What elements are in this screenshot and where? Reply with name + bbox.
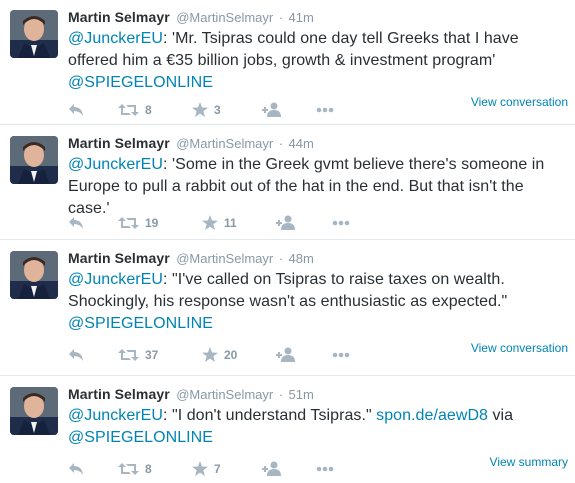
follow-button[interactable] [276, 343, 296, 365]
url-link[interactable]: spon.de/aewD8 [376, 407, 488, 424]
retweet-arrows-icon [118, 348, 139, 361]
mention-link[interactable]: @JunckerEU [68, 30, 163, 47]
favorite-count: 20 [224, 347, 238, 362]
tweet[interactable]: Martin Selmayr @MartinSelmayr · 41m @Jun… [0, 0, 575, 125]
retweet-count: 19 [145, 215, 159, 230]
add-user-icon [276, 347, 295, 363]
add-user-icon [276, 215, 295, 231]
separator-dot: · [278, 10, 284, 25]
favorite-button[interactable]: 7 [192, 457, 221, 479]
author-name[interactable]: Martin Selmayr [68, 9, 170, 25]
tweet-header: Martin Selmayr @MartinSelmayr · 44m [68, 134, 567, 152]
avatar[interactable] [10, 10, 58, 58]
retweet-count: 8 [145, 102, 152, 117]
ellipsis-icon [316, 466, 334, 472]
retweet-count: 8 [145, 461, 152, 476]
retweet-button[interactable]: 37 [118, 343, 158, 365]
more-button[interactable] [332, 211, 350, 233]
tweet-content: Martin Selmayr @MartinSelmayr · 44m @Jun… [68, 134, 567, 220]
tweet-timeline: Martin Selmayr @MartinSelmayr · 41m @Jun… [0, 0, 575, 483]
tweet-text: @JunckerEU: 'Mr. Tsipras could one day t… [68, 28, 567, 94]
favorite-button[interactable]: 11 [202, 211, 237, 233]
mention-link[interactable]: @SPIEGELONLINE [68, 74, 213, 91]
ellipsis-icon [316, 107, 334, 113]
follow-button[interactable] [262, 98, 282, 120]
tweet-header: Martin Selmayr @MartinSelmayr · 41m [68, 8, 567, 26]
reply-button[interactable] [68, 457, 84, 479]
view-conversation-link[interactable]: View conversation [471, 341, 568, 355]
author-handle[interactable]: @MartinSelmayr [176, 10, 273, 25]
retweet-button[interactable]: 8 [118, 98, 152, 120]
favorite-count: 3 [214, 102, 221, 117]
more-button[interactable] [332, 343, 350, 365]
reply-button[interactable] [68, 98, 84, 120]
reply-button[interactable] [68, 211, 84, 233]
star-icon [192, 461, 208, 477]
follow-button[interactable] [262, 457, 282, 479]
tweet-content: Martin Selmayr @MartinSelmayr · 41m @Jun… [68, 8, 567, 94]
reply-arrow-icon [69, 103, 83, 116]
tweet-text: @JunckerEU: "I've called on Tsipras to r… [68, 269, 567, 335]
retweet-count: 37 [145, 347, 159, 362]
author-handle[interactable]: @MartinSelmayr [176, 387, 273, 402]
retweet-button[interactable]: 8 [118, 457, 152, 479]
tweet-header: Martin Selmayr @MartinSelmayr · 48m [68, 249, 567, 267]
mention-link[interactable]: @JunckerEU [68, 407, 163, 424]
tweet[interactable]: Martin Selmayr @MartinSelmayr · 51m @Jun… [0, 377, 575, 483]
tweet-actions: 19 11 [68, 211, 567, 233]
add-user-icon [262, 461, 281, 477]
view-summary-link[interactable]: View summary [490, 455, 568, 469]
reply-button[interactable] [68, 343, 84, 365]
ellipsis-icon [332, 220, 350, 226]
favorite-count: 11 [224, 215, 237, 230]
star-icon [202, 215, 218, 231]
mention-link[interactable]: @SPIEGELONLINE [68, 315, 213, 332]
tweet-header: Martin Selmayr @MartinSelmayr · 51m [68, 385, 567, 403]
reply-arrow-icon [69, 216, 83, 229]
star-icon [192, 102, 208, 118]
tweet-timestamp[interactable]: 44m [288, 136, 313, 151]
tweet-content: Martin Selmayr @MartinSelmayr · 48m @Jun… [68, 249, 567, 335]
star-icon [202, 347, 218, 363]
reply-arrow-icon [69, 462, 83, 475]
avatar[interactable] [10, 136, 58, 184]
separator-dot: · [278, 136, 284, 151]
favorite-button[interactable]: 20 [202, 343, 237, 365]
tweet[interactable]: Martin Selmayr @MartinSelmayr · 44m @Jun… [0, 126, 575, 240]
tweet-timestamp[interactable]: 48m [288, 251, 313, 266]
author-name[interactable]: Martin Selmayr [68, 250, 170, 266]
avatar[interactable] [10, 251, 58, 299]
author-handle[interactable]: @MartinSelmayr [176, 251, 273, 266]
separator-dot: · [278, 387, 284, 402]
more-button[interactable] [316, 457, 334, 479]
separator-dot: · [278, 251, 284, 266]
add-user-icon [262, 102, 281, 118]
favorite-count: 7 [214, 461, 221, 476]
favorite-button[interactable]: 3 [192, 98, 221, 120]
tweet-body: : "I don't understand Tsipras." [163, 407, 377, 424]
tweet-timestamp[interactable]: 51m [288, 387, 313, 402]
author-name[interactable]: Martin Selmayr [68, 135, 170, 151]
tweet-body-tail: via [488, 407, 514, 424]
tweet-text: @JunckerEU: "I don't understand Tsipras.… [68, 405, 567, 449]
tweet-timestamp[interactable]: 41m [288, 10, 313, 25]
retweet-button[interactable]: 19 [118, 211, 158, 233]
retweet-arrows-icon [118, 462, 139, 475]
retweet-arrows-icon [118, 216, 139, 229]
mention-link[interactable]: @JunckerEU [68, 271, 163, 288]
tweet-content: Martin Selmayr @MartinSelmayr · 51m @Jun… [68, 385, 567, 449]
author-handle[interactable]: @MartinSelmayr [176, 136, 273, 151]
reply-arrow-icon [69, 348, 83, 361]
avatar[interactable] [10, 387, 58, 435]
view-conversation-link[interactable]: View conversation [471, 95, 568, 109]
author-name[interactable]: Martin Selmayr [68, 386, 170, 402]
retweet-arrows-icon [118, 103, 139, 116]
more-button[interactable] [316, 98, 334, 120]
mention-link[interactable]: @JunckerEU [68, 156, 163, 173]
tweet[interactable]: Martin Selmayr @MartinSelmayr · 48m @Jun… [0, 241, 575, 376]
ellipsis-icon [332, 352, 350, 358]
follow-button[interactable] [276, 211, 296, 233]
mention-link[interactable]: @SPIEGELONLINE [68, 429, 213, 446]
